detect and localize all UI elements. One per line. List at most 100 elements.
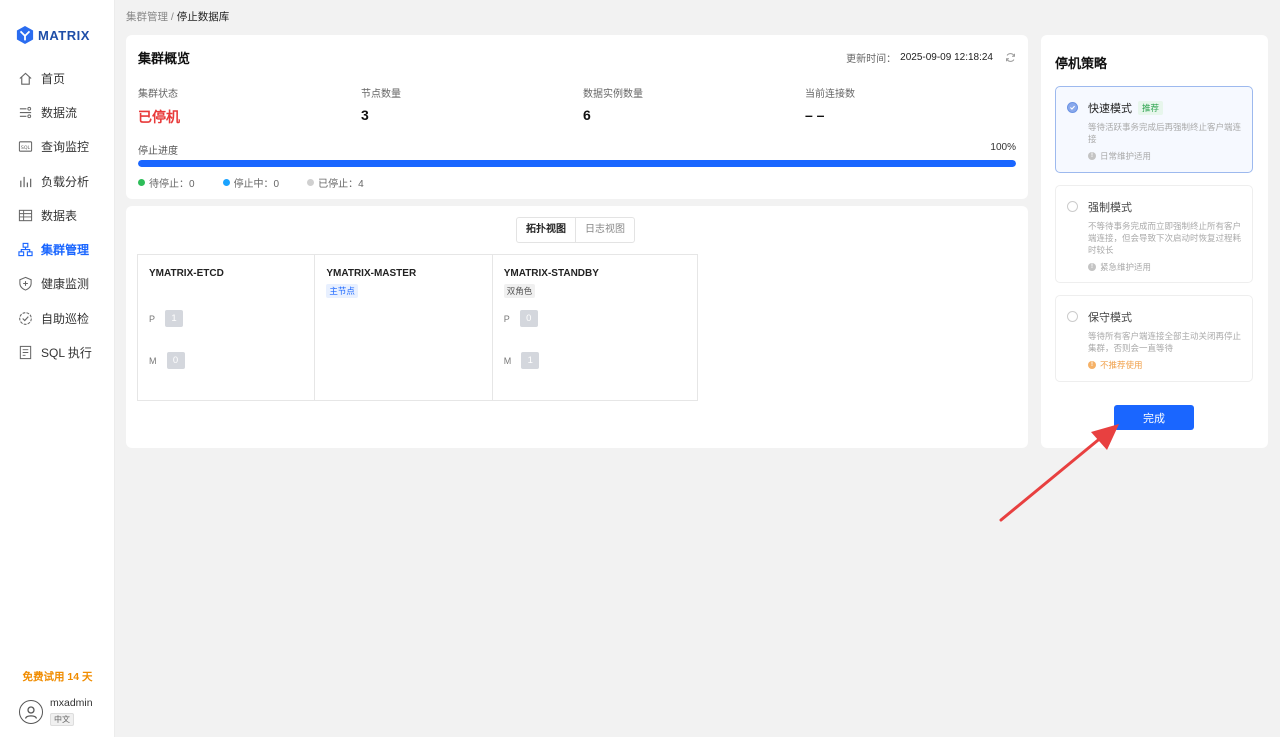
primary-segment-row: P 0 (504, 310, 538, 327)
segment-label: P (503, 313, 510, 324)
stat-instance-count: 数据实例数量 6 (583, 85, 643, 123)
breadcrumb-separator: / (168, 11, 177, 23)
sidebar-item-label: 负载分析 (41, 174, 90, 189)
option-note: ! 日常维护适用 (1088, 150, 1151, 162)
option-fast-mode[interactable]: 快速模式 推荐 等待活跃事务完成后再强制终止客户端连接 ! 日常维护适用 (1055, 86, 1253, 173)
option-title-text: 保守模式 (1088, 312, 1132, 324)
user-icon (24, 706, 38, 719)
option-title: 快速模式 推荐 (1088, 100, 1164, 116)
stat-label: 当前连接数 (805, 89, 855, 100)
sidebar-nav: 首页 数据流 SQL 查询监控 负载分析 数据表 集群管理 健康监测 自助巡检 … (0, 61, 115, 370)
flow-icon (18, 105, 33, 120)
stat-value: – – (805, 107, 825, 123)
segment-count-box[interactable]: 0 (519, 310, 538, 327)
update-time-label: 更新时间： (846, 54, 897, 65)
segment-count-box[interactable]: 1 (521, 352, 540, 369)
primary-segment-row: P 1 (149, 310, 184, 327)
shutdown-strategy-card: 停机策略 快速模式 推荐 等待活跃事务完成后再强制终止客户端连接 ! 日常维护适… (1041, 35, 1268, 448)
user-name: mxadmin (50, 697, 93, 709)
node-name: YMATRIX-ETCD (149, 268, 224, 279)
option-conservative-mode[interactable]: 保守模式 等待所有客户端连接全部主动关闭再停止集群，否则会一直等待 ! 不推荐使… (1055, 295, 1253, 382)
legend-label: 已停止：4 (318, 179, 364, 190)
stat-cluster-status: 集群状态 已停机 (138, 85, 180, 127)
option-title: 保守模式 (1088, 309, 1132, 325)
trial-notice[interactable]: 免费试用 14 天 (0, 669, 115, 684)
refresh-icon[interactable] (1005, 52, 1016, 63)
done-button[interactable]: 完成 (1114, 405, 1194, 430)
sidebar-item-tables[interactable]: 数据表 (0, 198, 115, 232)
progress-legend: 待停止：0 停止中：0 已停止：4 (138, 175, 364, 190)
green-dot-icon (138, 179, 145, 186)
radio-icon[interactable] (1067, 201, 1078, 212)
stat-value: 6 (583, 107, 591, 123)
stat-label: 数据实例数量 (583, 89, 643, 100)
option-description: 不等待事务完成而立即强制终止所有客户端连接，但会导致下次启动时恢复过程耗时较长 (1088, 221, 1242, 255)
svg-text:SQL: SQL (21, 145, 31, 151)
sidebar-item-label: 集群管理 (41, 243, 90, 258)
stat-label: 节点数量 (361, 89, 401, 100)
option-description: 等待所有客户端连接全部主动关闭再停止集群，否则会一直等待 (1088, 331, 1242, 353)
info-icon: ! (1088, 152, 1096, 160)
node-etcd[interactable]: YMATRIX-ETCD P 1 M 0 (138, 255, 316, 400)
update-time: 更新时间： 2025-09-09 12:18:24 (846, 50, 1016, 65)
option-note-text: 紧急维护适用 (1100, 262, 1152, 272)
sidebar: MATRIX 首页 数据流 SQL 查询监控 负载分析 数据表 集群管理 健康监… (0, 0, 115, 737)
segment-count-box[interactable]: 1 (165, 310, 184, 327)
node-standby[interactable]: YMATRIX-STANDBY 双角色 P 0 M 1 (493, 255, 697, 400)
user-profile[interactable]: mxadmin 中文 (19, 697, 93, 727)
blue-dot-icon (222, 179, 230, 186)
sidebar-item-home[interactable]: 首页 (0, 61, 115, 95)
gray-dot-icon (307, 179, 315, 186)
sidebar-item-cluster-management[interactable]: 集群管理 (0, 232, 115, 266)
stat-value: 3 (361, 107, 369, 123)
info-icon: ! (1088, 263, 1096, 271)
warning-icon: ! (1088, 361, 1096, 369)
segment-label: M (149, 355, 157, 366)
option-force-mode[interactable]: 强制模式 不等待事务完成而立即强制终止所有客户端连接，但会导致下次启动时恢复过程… (1055, 185, 1253, 283)
segment-count-box[interactable]: 0 (166, 352, 185, 369)
node-grid: YMATRIX-ETCD P 1 M 0 YMATRIX-MASTER 主节点 … (137, 254, 698, 401)
sidebar-item-load-analysis[interactable]: 负载分析 (0, 164, 115, 198)
node-role-tag: 主节点 (326, 284, 358, 298)
legend-stopping: 停止中：0 (222, 175, 280, 190)
stat-connection-count: 当前连接数 – – (805, 85, 855, 123)
progress-bar (138, 160, 1016, 167)
avatar[interactable] (19, 700, 43, 724)
sidebar-item-label: 查询监控 (41, 140, 90, 155)
segment-label: P (149, 313, 156, 324)
radio-checked-icon[interactable] (1067, 102, 1078, 113)
sidebar-item-label: 健康监测 (41, 277, 90, 292)
strategy-title: 停机策略 (1055, 56, 1108, 71)
legend-label: 停止中：0 (233, 179, 280, 190)
bar-chart-icon (18, 174, 33, 189)
node-master[interactable]: YMATRIX-MASTER 主节点 (315, 255, 493, 400)
sidebar-item-label: 自助巡检 (41, 311, 90, 326)
breadcrumb-parent[interactable]: 集群管理 (126, 11, 168, 23)
legend-pending: 待停止：0 (138, 175, 195, 190)
table-icon (18, 208, 33, 223)
node-role-tag: 双角色 (503, 284, 536, 298)
sidebar-item-dataflow[interactable]: 数据流 (0, 95, 115, 129)
legend-stopped: 已停止：4 (307, 175, 364, 190)
language-switch[interactable]: 中文 (50, 713, 74, 726)
sidebar-item-query-monitor[interactable]: SQL 查询监控 (0, 130, 115, 164)
sidebar-item-self-inspection[interactable]: 自助巡检 (0, 301, 115, 335)
tab-topology-view[interactable]: 拓扑视图 (517, 218, 576, 242)
progress-percent: 100% (990, 142, 1016, 153)
stat-node-count: 节点数量 3 (361, 85, 401, 123)
app-logo[interactable]: MATRIX (16, 25, 90, 45)
recommended-badge: 推荐 (1138, 101, 1164, 115)
shield-plus-icon (18, 276, 33, 292)
breadcrumb: 集群管理 / 停止数据库 (126, 9, 229, 24)
sql-monitor-icon: SQL (18, 139, 33, 154)
logo-hexagon-icon (16, 26, 34, 44)
sidebar-item-sql-execute[interactable]: SQL 执行 (0, 335, 115, 369)
tab-log-view[interactable]: 日志视图 (576, 218, 634, 242)
sidebar-item-health-monitor[interactable]: 健康监测 (0, 267, 115, 301)
option-note-text: 日常维护适用 (1100, 151, 1152, 161)
logo-text: MATRIX (38, 27, 90, 43)
mirror-segment-row: M 0 (149, 352, 185, 369)
sql-file-icon (18, 345, 33, 360)
radio-icon[interactable] (1067, 311, 1078, 322)
sidebar-item-label: 数据表 (41, 208, 78, 223)
